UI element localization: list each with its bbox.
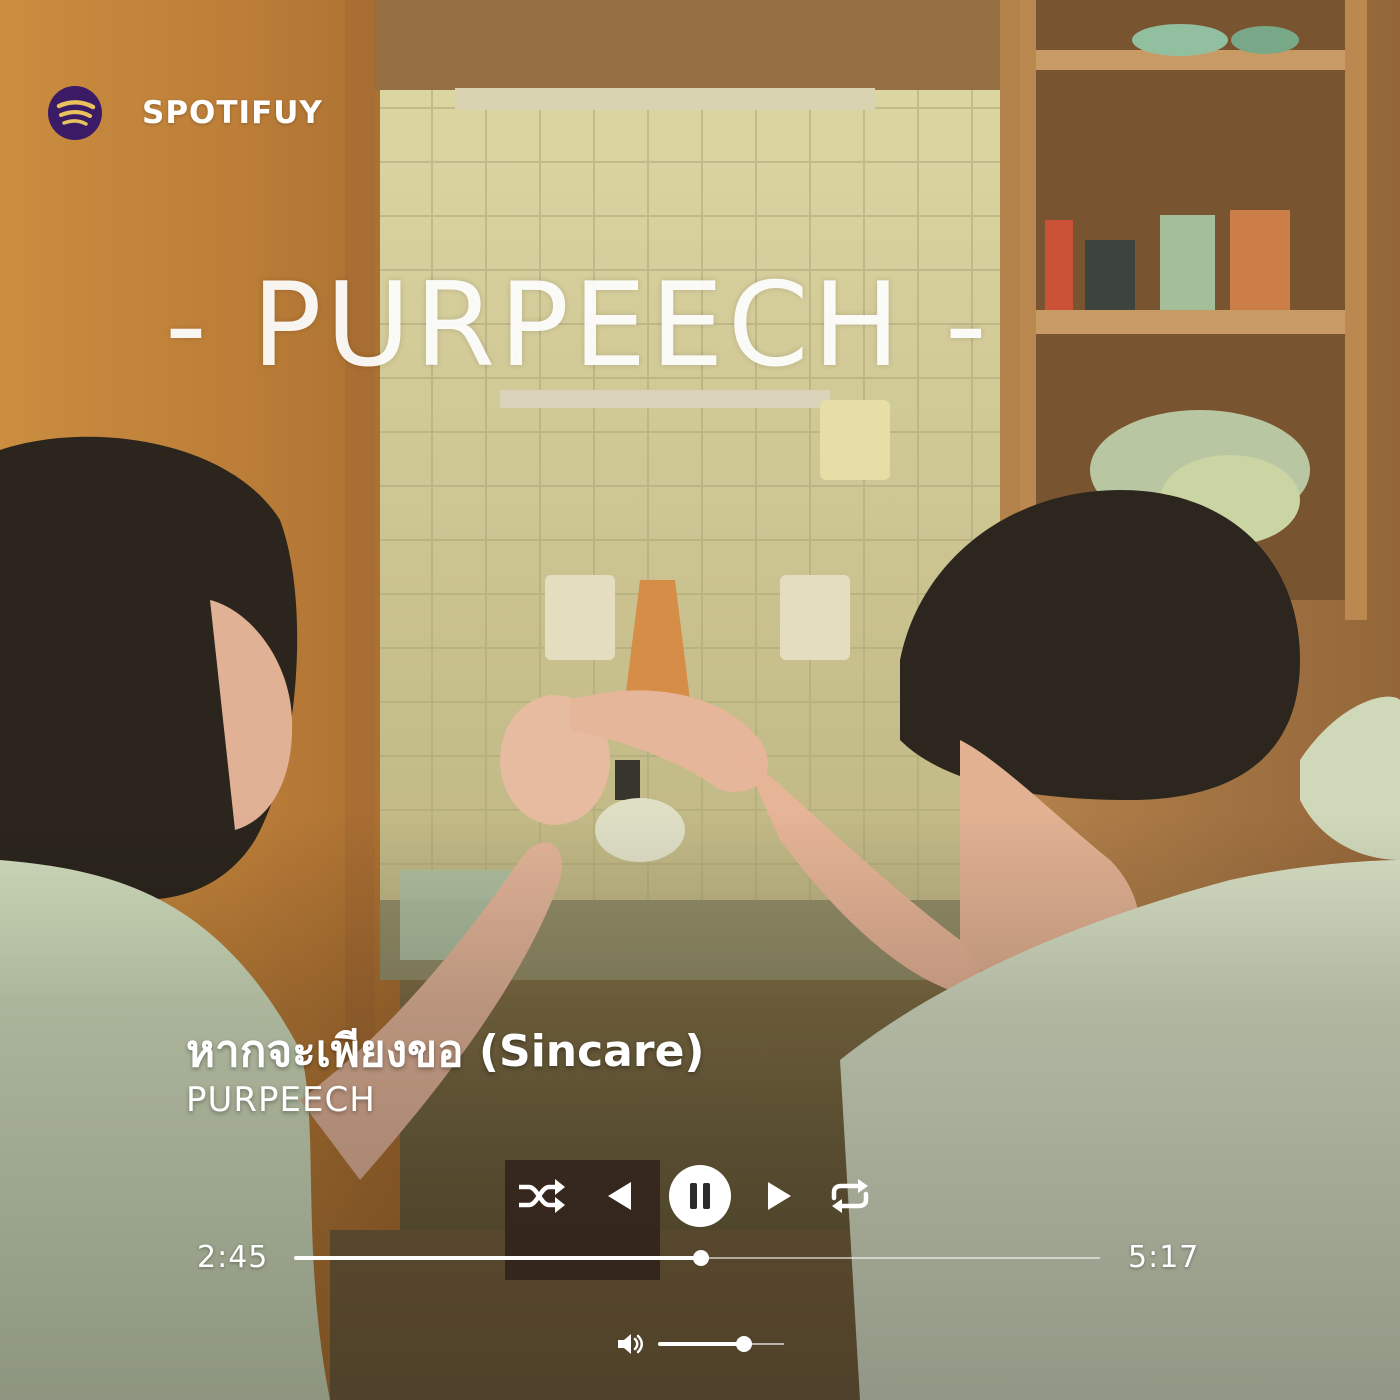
volume-slider[interactable] xyxy=(658,1334,784,1354)
volume-thumb[interactable] xyxy=(735,1336,752,1352)
previous-icon xyxy=(608,1182,631,1210)
brand-name: SPOTIFUY xyxy=(142,95,323,131)
repeat-icon xyxy=(831,1179,869,1213)
track-artist[interactable]: PURPEECH xyxy=(186,1080,376,1120)
artwork-overlay-text: - PURPEECH - xyxy=(165,258,991,393)
shuffle-button[interactable] xyxy=(515,1176,567,1216)
play-pause-button[interactable] xyxy=(669,1165,731,1227)
next-button[interactable] xyxy=(765,1179,795,1213)
progress-fill xyxy=(294,1256,702,1260)
spotify-logo-icon xyxy=(48,86,102,140)
pause-icon xyxy=(669,1165,731,1227)
repeat-button[interactable] xyxy=(828,1176,872,1216)
brand: SPOTIFUY xyxy=(48,86,323,140)
elapsed-time: 2:45 xyxy=(197,1240,269,1275)
progress-slider[interactable] xyxy=(294,1246,1100,1270)
next-icon xyxy=(768,1182,791,1210)
volume-fill xyxy=(658,1342,744,1346)
progress-thumb[interactable] xyxy=(693,1250,710,1266)
previous-button[interactable] xyxy=(604,1179,634,1213)
volume-icon[interactable] xyxy=(616,1331,644,1357)
total-time: 5:17 xyxy=(1128,1240,1200,1275)
track-title: หากจะเพียงขอ (Sincare) xyxy=(186,1026,705,1077)
player-screen: SPOTIFUY - PURPEECH - หากจะเพียงขอ (Sinc… xyxy=(0,0,1400,1400)
shuffle-icon xyxy=(519,1179,565,1213)
